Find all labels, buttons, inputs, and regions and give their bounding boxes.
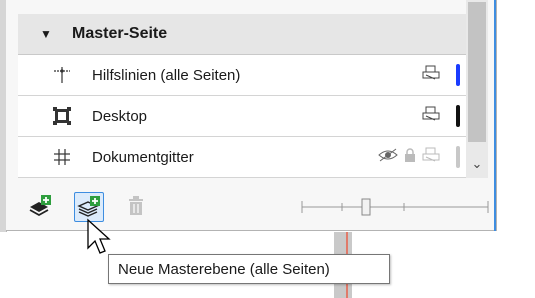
layer-color-swatch[interactable] (456, 105, 460, 127)
layer-color-swatch[interactable] (456, 146, 460, 168)
new-layer-icon (29, 195, 51, 217)
guidelines-icon (42, 65, 82, 85)
panel-border-accent (494, 0, 496, 231)
desktop-icon (42, 107, 82, 125)
layer-row-guidelines[interactable]: Hilfslinien (alle Seiten) (18, 55, 466, 96)
layer-row-desktop[interactable]: Desktop (18, 96, 466, 137)
group-title: Master-Seite (72, 25, 168, 42)
collapse-triangle-icon[interactable]: ▼ (40, 27, 62, 41)
printer-icon[interactable] (422, 147, 440, 168)
mouse-pointer-icon (87, 218, 111, 254)
scroll-down-button[interactable]: ⌄ (466, 150, 488, 178)
layer-name: Dokumentgitter (92, 148, 194, 166)
eye-icon[interactable] (378, 148, 398, 167)
layer-row-document-grid[interactable]: Dokumentgitter (18, 137, 466, 178)
layer-color-swatch[interactable] (456, 64, 460, 86)
trash-icon (129, 196, 143, 215)
new-layer-button[interactable] (26, 192, 54, 220)
delete-layer-button[interactable] (122, 192, 150, 220)
printer-icon[interactable] (422, 106, 440, 127)
layer-name: Hilfslinien (alle Seiten) (92, 66, 241, 84)
new-master-layer-icon (77, 196, 100, 217)
lock-icon[interactable] (404, 147, 416, 167)
printer-icon[interactable] (422, 65, 440, 86)
tooltip: Neue Masterebene (alle Seiten) (108, 254, 390, 284)
layer-list: ▼ Master-Seite Hilfslinien (alle Seiten)… (18, 14, 466, 178)
object-manager-panel: ⌄ ▼ Master-Seite Hilfslinien (alle Seite… (6, 0, 497, 231)
zoom-slider[interactable] (300, 198, 490, 216)
grid-icon (42, 148, 82, 166)
scrollbar-thumb[interactable] (468, 2, 486, 142)
master-page-group-header[interactable]: ▼ Master-Seite (18, 14, 466, 55)
layer-name: Desktop (92, 107, 148, 125)
